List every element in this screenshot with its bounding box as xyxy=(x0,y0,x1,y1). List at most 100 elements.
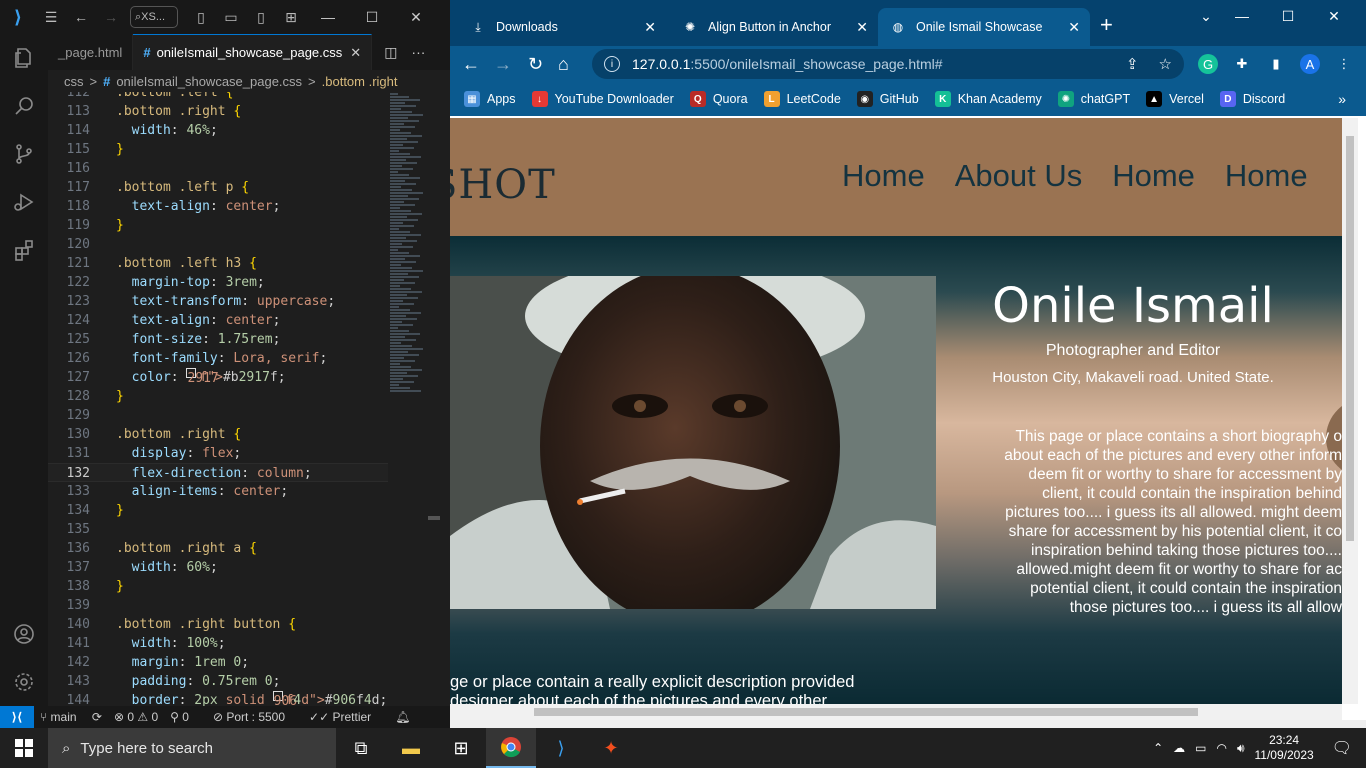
editor-scrollbar[interactable] xyxy=(428,92,440,706)
code-line[interactable]: 112 .bottom .left { xyxy=(48,92,388,102)
chrome-menu-icon[interactable]: ⋮ xyxy=(1334,54,1354,74)
code-line[interactable]: 142 margin: 1rem 0; xyxy=(48,653,388,672)
file-explorer-icon[interactable]: ▬ xyxy=(386,728,436,768)
explorer-icon[interactable] xyxy=(0,34,48,82)
code-line[interactable]: 144 border: 2px solid 906f4d">#906f4d; xyxy=(48,691,388,706)
code-line[interactable]: 129 xyxy=(48,406,388,425)
windows-start-icon[interactable] xyxy=(0,728,48,768)
tab-close-icon[interactable]: ✕ xyxy=(350,45,361,61)
forward-arrow-icon[interactable]: → xyxy=(96,0,126,34)
maximize-button[interactable]: ☐ xyxy=(1266,4,1310,28)
clock[interactable]: 23:24 11/09/2023 xyxy=(1255,733,1314,763)
task-view-icon[interactable]: ⧉ xyxy=(336,728,386,768)
bookmark-item[interactable]: ▦ Apps xyxy=(464,91,516,107)
split-editor-icon[interactable]: ◫ xyxy=(384,44,397,61)
forward-arrow-icon[interactable]: → xyxy=(494,54,512,74)
code-line[interactable]: 113 .bottom .right { xyxy=(48,102,388,121)
code-line[interactable]: 143 padding: 0.75rem 0; xyxy=(48,672,388,691)
site-nav-link[interactable]: Home xyxy=(1112,158,1195,194)
bookmark-star-icon[interactable]: ☆ xyxy=(1159,55,1172,73)
battery-icon[interactable]: ▭ xyxy=(1195,741,1206,755)
extensions-puzzle-icon[interactable]: ✚ xyxy=(1232,54,1252,74)
code-line[interactable]: 133 align-items: center; xyxy=(48,482,388,501)
tab-css-file[interactable]: # onileIsmail_showcase_page.css ✕ xyxy=(133,34,373,70)
code-line[interactable]: 139 xyxy=(48,596,388,615)
code-line[interactable]: 115} xyxy=(48,140,388,159)
taskbar-search-box[interactable]: ⌕ Type here to search xyxy=(48,728,336,768)
code-line[interactable]: 131 display: flex; xyxy=(48,444,388,463)
grammarly-icon[interactable]: G xyxy=(1198,54,1218,74)
page-horizontal-scrollbar[interactable] xyxy=(450,704,1342,720)
code-line[interactable]: 132 flex-direction: column; xyxy=(48,463,388,482)
site-logo[interactable]: SHOT xyxy=(450,162,556,208)
code-line[interactable]: 124 text-align: center; xyxy=(48,311,388,330)
minimize-button[interactable]: — xyxy=(306,0,350,34)
notifications-bell-icon[interactable]: 🔔︎ xyxy=(395,710,410,724)
bookmark-item[interactable]: Q Quora xyxy=(689,91,748,107)
breadcrumb-folder[interactable]: css xyxy=(64,74,84,89)
code-line[interactable]: 121 .bottom .left h3 { xyxy=(48,254,388,273)
tab-close-icon[interactable]: ✕ xyxy=(644,19,656,36)
vscode-taskbar-icon[interactable]: ⟩ xyxy=(536,728,586,768)
code-line[interactable]: 138} xyxy=(48,577,388,596)
code-line[interactable]: 135 xyxy=(48,520,388,539)
home-icon[interactable]: ⌂ xyxy=(558,54,569,74)
settings-gear-icon[interactable] xyxy=(0,658,48,706)
reload-icon[interactable]: ↻ xyxy=(528,54,543,74)
back-arrow-icon[interactable]: ← xyxy=(462,54,480,74)
code-line[interactable]: 119} xyxy=(48,216,388,235)
site-nav-link[interactable]: Home xyxy=(1225,158,1308,194)
chrome-tab-showcase[interactable]: ◍ Onile Ismail Showcase ✕ xyxy=(878,8,1090,46)
wifi-icon[interactable]: ◠ xyxy=(1216,741,1226,755)
page-vertical-scrollbar[interactable] xyxy=(1342,118,1358,704)
bookmark-item[interactable]: ✺ chatGPT xyxy=(1057,91,1130,107)
more-actions-icon[interactable]: ··· xyxy=(411,44,425,60)
live-server-status[interactable]: ⊘ Port : 5500 xyxy=(213,710,297,724)
code-line[interactable]: 130 .bottom .right { xyxy=(48,425,388,444)
bookmark-item[interactable]: ▲ Vercel xyxy=(1146,91,1204,107)
search-icon[interactable] xyxy=(0,82,48,130)
branch-status[interactable]: ⑂ main ⟳ xyxy=(40,710,102,724)
command-search-input[interactable]: ⌕ XS... xyxy=(130,6,178,28)
minimize-button[interactable]: — xyxy=(1220,4,1264,28)
source-control-icon[interactable] xyxy=(0,130,48,178)
address-bar[interactable]: i 127.0.0.1:5500/onileIsmail_showcase_pa… xyxy=(592,49,1184,79)
bookmark-item[interactable]: K Khan Academy xyxy=(934,91,1042,107)
volume-icon[interactable]: 🔊︎ xyxy=(1237,741,1245,756)
code-line[interactable]: 136 .bottom .right a { xyxy=(48,539,388,558)
bookmark-item[interactable]: ◉ GitHub xyxy=(856,91,919,107)
site-nav-link[interactable]: Home xyxy=(842,158,925,194)
code-line[interactable]: 117 .bottom .left p { xyxy=(48,178,388,197)
breadcrumb-symbol[interactable]: .bottom .right xyxy=(322,74,398,89)
code-line[interactable]: 137 width: 60%; xyxy=(48,558,388,577)
menu-icon[interactable]: ☰ xyxy=(36,0,66,34)
close-button[interactable]: ✕ xyxy=(394,0,438,34)
close-button[interactable]: ✕ xyxy=(1312,4,1356,28)
prettier-status[interactable]: ✓✓ Prettier xyxy=(309,710,383,724)
run-debug-icon[interactable] xyxy=(0,178,48,226)
extensions-icon[interactable] xyxy=(0,226,48,274)
code-line[interactable]: 140 .bottom .right button { xyxy=(48,615,388,634)
toggle-secondary-sidebar-icon[interactable]: ▯ xyxy=(246,0,276,34)
code-line[interactable]: 126 font-family: Lora, serif; xyxy=(48,349,388,368)
code-line[interactable]: 123 text-transform: uppercase; xyxy=(48,292,388,311)
maximize-button[interactable]: ☐ xyxy=(350,0,394,34)
code-line[interactable]: 114 width: 46%; xyxy=(48,121,388,140)
code-line[interactable]: 120 xyxy=(48,235,388,254)
side-panel-icon[interactable]: ▮ xyxy=(1266,54,1286,74)
new-tab-button[interactable]: + xyxy=(1100,12,1113,38)
chrome-tab-align-button[interactable]: ✺ Align Button in Anchor ✕ xyxy=(670,8,878,46)
profile-avatar[interactable]: A xyxy=(1300,54,1320,74)
code-line[interactable]: 128} xyxy=(48,387,388,406)
code-line[interactable]: 118 text-align: center; xyxy=(48,197,388,216)
bookmark-item[interactable]: ↓ YouTube Downloader xyxy=(531,91,674,107)
code-line[interactable]: 134} xyxy=(48,501,388,520)
code-line[interactable]: 116 xyxy=(48,159,388,178)
show-hidden-icons-chevron-icon[interactable]: ⌃ xyxy=(1153,741,1163,755)
back-arrow-icon[interactable]: ← xyxy=(66,0,96,34)
toggle-panel-icon[interactable]: ▭ xyxy=(216,0,246,34)
code-line[interactable]: 125 font-size: 1.75rem; xyxy=(48,330,388,349)
notifications-icon[interactable]: 🗨︎ xyxy=(1332,738,1352,758)
breadcrumb-file[interactable]: onileIsmail_showcase_page.css xyxy=(116,74,302,89)
bookmark-item[interactable]: D Discord xyxy=(1219,91,1285,107)
